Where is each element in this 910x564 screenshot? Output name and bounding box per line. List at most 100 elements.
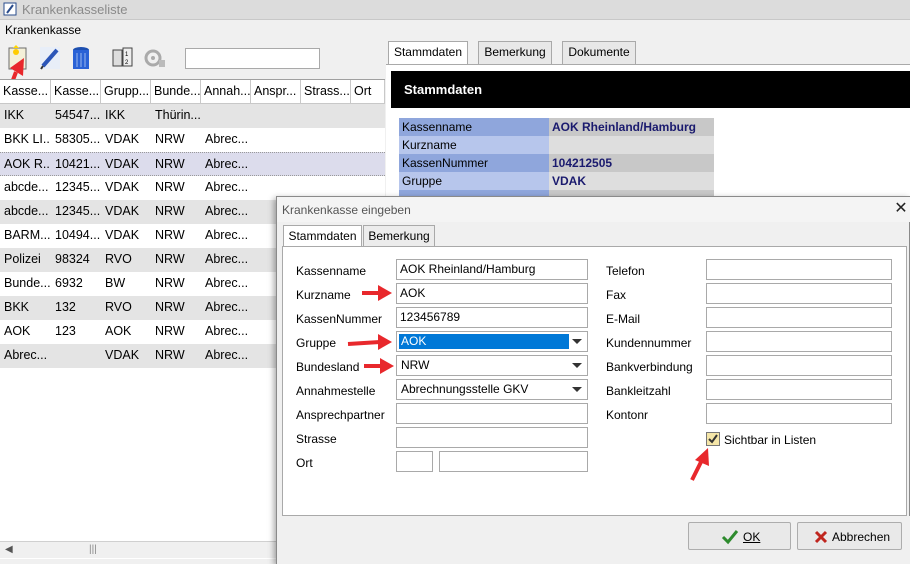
table-cell bbox=[351, 153, 385, 177]
dialog-tab-bemerkung[interactable]: Bemerkung bbox=[363, 225, 435, 247]
app-icon bbox=[3, 2, 17, 16]
bankverbindung-field[interactable] bbox=[706, 355, 892, 376]
table-cell: NRW bbox=[155, 228, 185, 242]
label-kassenname: Kassenname bbox=[296, 264, 367, 278]
bundesland-select[interactable]: NRW bbox=[396, 355, 588, 376]
table-cell: RVO bbox=[105, 300, 132, 314]
strasse-field[interactable] bbox=[396, 427, 588, 448]
trash-icon bbox=[73, 47, 89, 69]
column-header[interactable]: Anspr... bbox=[251, 80, 301, 104]
chevron-down-icon[interactable] bbox=[572, 339, 582, 344]
telefon-field[interactable] bbox=[706, 259, 892, 280]
tab-dokumente[interactable]: Dokumente bbox=[562, 41, 636, 64]
table-cell bbox=[351, 128, 385, 152]
fax-field[interactable] bbox=[706, 283, 892, 304]
table-cell: 54547... bbox=[55, 108, 101, 122]
bundesland-select-value: NRW bbox=[401, 358, 430, 372]
close-icon[interactable]: ✕ bbox=[893, 199, 909, 219]
table-cell: Abrec... bbox=[205, 228, 249, 242]
label-kassennummer: KassenNummer bbox=[296, 312, 383, 326]
table-cell: Abrec... bbox=[205, 324, 249, 338]
table-row[interactable]: IKK 54547... IKK Thürin... bbox=[0, 104, 385, 128]
table-cell: IKK bbox=[4, 108, 25, 122]
detail-row: KassenNummer 104212505 bbox=[399, 154, 714, 172]
table-cell: 12345... bbox=[55, 204, 101, 218]
gruppe-select-value: AOK bbox=[399, 334, 569, 349]
table-cell: Abrec... bbox=[205, 252, 249, 266]
detail-value bbox=[549, 136, 714, 154]
table-row[interactable]: BKK LI... 58305... VDAK NRW Abrec... bbox=[0, 128, 385, 152]
table-row[interactable]: AOK R... 10421... VDAK NRW Abrec... bbox=[0, 152, 385, 176]
column-header[interactable]: Strass... bbox=[301, 80, 351, 104]
label-bundesland: Bundesland bbox=[296, 360, 360, 374]
table-cell: Abrec... bbox=[205, 348, 249, 362]
table-cell: AOK bbox=[4, 324, 31, 338]
column-header[interactable]: Grupp... bbox=[101, 80, 151, 104]
search-input[interactable] bbox=[185, 48, 320, 69]
label-ort: Ort bbox=[296, 456, 313, 470]
detail-row: Gruppe VDAK bbox=[399, 172, 714, 190]
table-cell: 10494... bbox=[55, 228, 101, 242]
table-cell: VDAK bbox=[105, 204, 140, 218]
table-cell: BW bbox=[105, 276, 126, 290]
detail-row: Kurzname bbox=[399, 136, 714, 154]
column-header[interactable]: Kasse... bbox=[51, 80, 101, 104]
detail-value: AOK Rheinland/Hamburg bbox=[549, 118, 714, 136]
kundennummer-field[interactable] bbox=[706, 331, 892, 352]
table-cell: VDAK bbox=[105, 180, 140, 194]
annotation-arrow-icon bbox=[364, 358, 394, 374]
plz-field[interactable] bbox=[396, 451, 433, 472]
kurzname-field[interactable]: AOK bbox=[396, 283, 588, 304]
table-cell: Abrec... bbox=[205, 204, 249, 218]
sichtbar-label[interactable]: Sichtbar in Listen bbox=[724, 433, 816, 447]
table-cell bbox=[51, 344, 101, 368]
annahmestelle-select[interactable]: Abrechnungsstelle GKV bbox=[396, 379, 588, 400]
cancel-button-label: Abbrechen bbox=[832, 530, 891, 544]
detail-row: Kassenname AOK Rheinland/Hamburg bbox=[399, 118, 714, 136]
menu-krankenkasse[interactable]: Krankenkasse bbox=[5, 23, 81, 37]
edit-record-button[interactable] bbox=[37, 44, 63, 72]
table-cell: AOK R... bbox=[4, 157, 51, 171]
ansprechpartner-field[interactable] bbox=[396, 403, 588, 424]
tab-bemerkung[interactable]: Bemerkung bbox=[478, 41, 552, 64]
kassenname-field[interactable]: AOK Rheinland/Hamburg bbox=[396, 259, 588, 280]
table-cell: IKK bbox=[105, 108, 126, 122]
cancel-button[interactable]: Abbrechen bbox=[797, 522, 902, 550]
scroll-thumb[interactable]: ||| bbox=[89, 544, 97, 555]
detail-label: KassenNummer bbox=[399, 154, 549, 172]
column-header[interactable]: Kasse... bbox=[0, 80, 51, 104]
ort-field[interactable] bbox=[439, 451, 588, 472]
email-field[interactable] bbox=[706, 307, 892, 328]
bankleitzahl-field[interactable] bbox=[706, 379, 892, 400]
table-cell: NRW bbox=[155, 157, 185, 171]
chevron-down-icon[interactable] bbox=[572, 387, 582, 392]
table-cell: 98324 bbox=[55, 252, 90, 266]
kontonr-field[interactable] bbox=[706, 403, 892, 424]
gruppe-select[interactable]: AOK bbox=[396, 331, 588, 352]
pencil-icon bbox=[40, 47, 60, 70]
table-cell: Abrec... bbox=[205, 132, 249, 146]
table-cell: Abrec... bbox=[205, 157, 249, 171]
column-header[interactable]: Bunde... bbox=[151, 80, 201, 104]
close-icon bbox=[814, 530, 828, 544]
table-cell: BARM... bbox=[4, 228, 51, 242]
tab-stammdaten[interactable]: Stammdaten bbox=[388, 41, 468, 65]
table-cell: VDAK bbox=[105, 157, 140, 171]
dialog-titlebar: Krankenkasse eingeben bbox=[277, 197, 910, 222]
delete-record-button[interactable] bbox=[68, 44, 94, 72]
chevron-down-icon[interactable] bbox=[572, 363, 582, 368]
scroll-left-icon[interactable]: ◀ bbox=[5, 544, 13, 555]
sort-button[interactable]: 12 bbox=[110, 44, 136, 72]
settings-button[interactable] bbox=[141, 44, 167, 72]
kassennummer-field[interactable]: 123456789 bbox=[396, 307, 588, 328]
table-cell: BKK LI... bbox=[4, 132, 51, 146]
horizontal-scrollbar[interactable]: ◀ ||| bbox=[0, 541, 278, 558]
detail-value: VDAK bbox=[549, 172, 714, 190]
ok-button[interactable]: OK bbox=[688, 522, 791, 550]
sort-icon: 12 bbox=[112, 47, 133, 67]
table-cell: VDAK bbox=[105, 228, 140, 242]
column-header[interactable]: Ort bbox=[351, 80, 385, 104]
table-cell bbox=[301, 128, 351, 152]
column-header[interactable]: Annah... bbox=[201, 80, 251, 104]
dialog-tab-stammdaten[interactable]: Stammdaten bbox=[283, 225, 362, 248]
